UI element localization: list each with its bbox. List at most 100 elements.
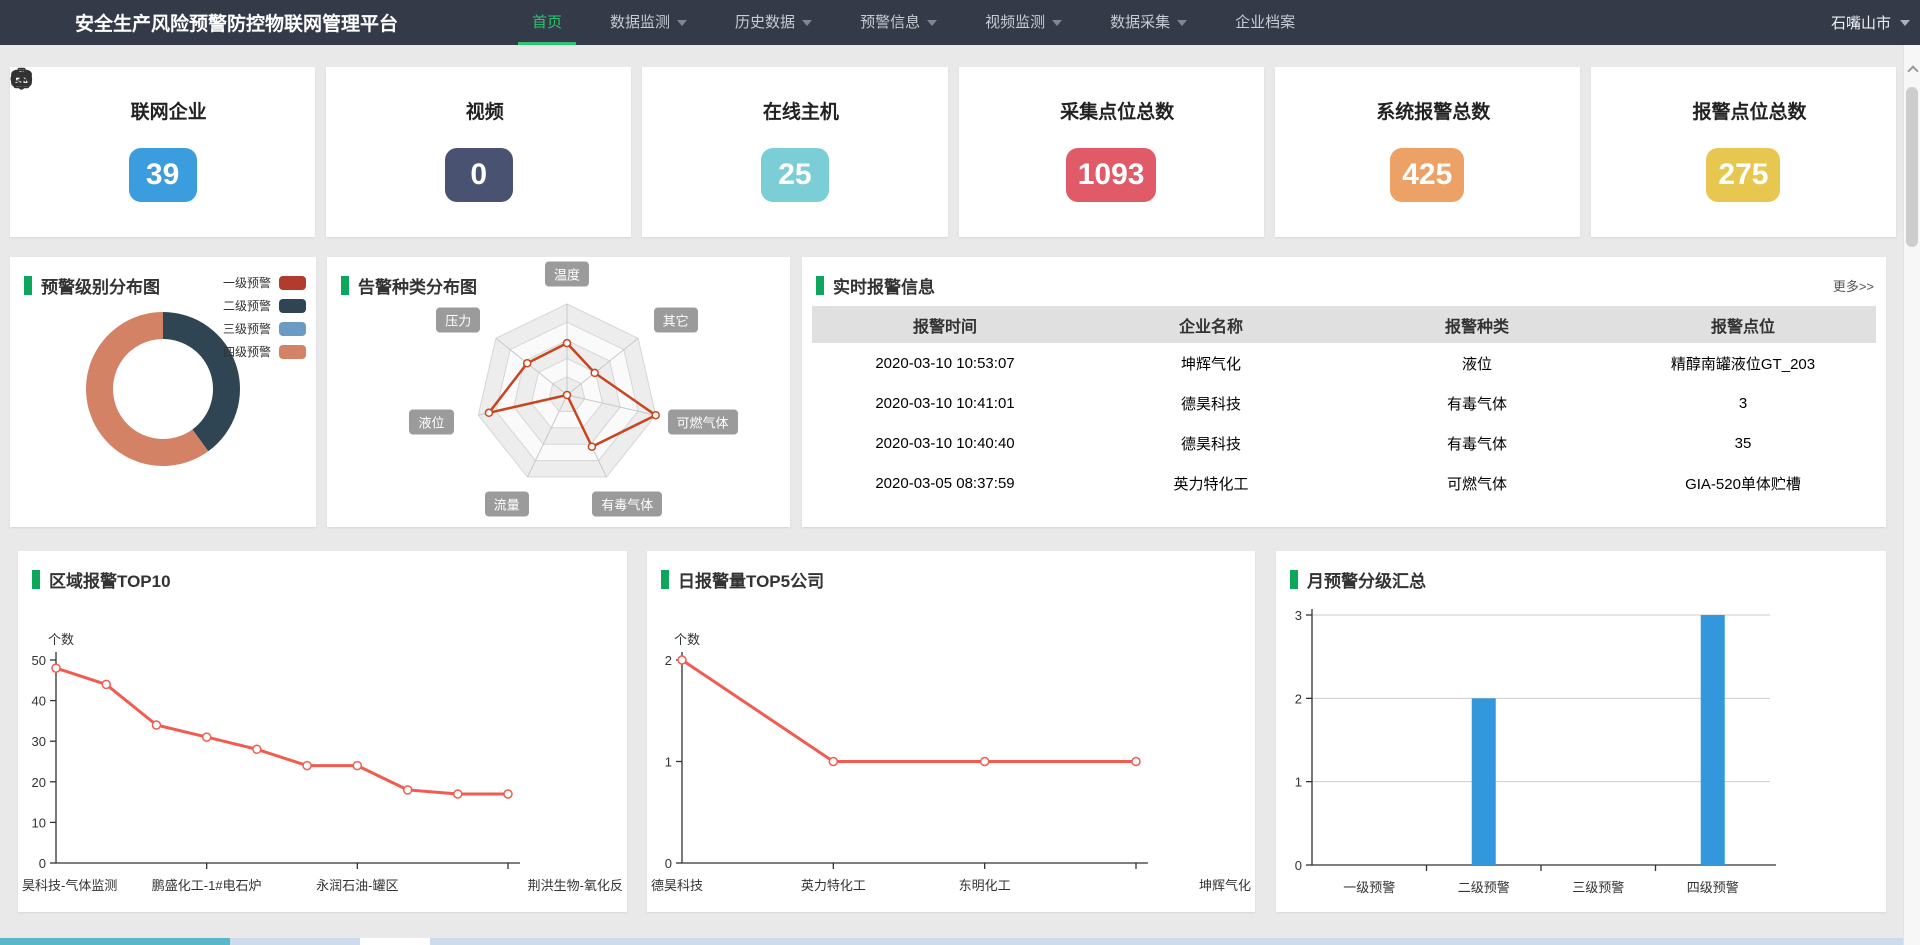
nav-item-label: 数据监测 — [610, 0, 670, 45]
stat-value-badge: 1093 — [1066, 148, 1157, 202]
table-cell: 液位 — [1344, 353, 1610, 374]
svg-text:3: 3 — [1295, 608, 1302, 623]
svg-text:德昊科技: 德昊科技 — [651, 878, 703, 893]
nav-item-7[interactable]: 企业档案 — [1211, 0, 1319, 45]
panel-title-text: 告警种类分布图 — [358, 273, 477, 298]
svg-text:1: 1 — [1295, 775, 1302, 790]
legend-label: 四级预警 — [223, 343, 271, 360]
nav-item-4[interactable]: 预警信息 — [836, 0, 961, 45]
panel-title-text: 月预警分级汇总 — [1307, 567, 1426, 592]
legend-label: 一级预警 — [223, 274, 271, 291]
panel-region-alarm-top10: 区域报警TOP10 个数01020304050昊科技-气体监测鹏盛化工-1#电石… — [18, 551, 627, 912]
svg-text:50: 50 — [32, 653, 46, 668]
bar-二级预警 — [1472, 698, 1496, 865]
svg-text:2: 2 — [1295, 691, 1302, 706]
stat-card-采集点位总数: 采集点位总数 1093 — [959, 67, 1264, 237]
alarm-table: 报警时间企业名称报警种类报警点位 2020-03-10 10:53:07坤辉气化… — [812, 306, 1876, 503]
nav-item-label: 首页 — [532, 0, 562, 45]
panel-warning-level-pie: 预警级别分布图 一级预警二级预警三级预警四级预警 — [10, 257, 316, 527]
svg-text:1: 1 — [665, 755, 672, 770]
svg-text:20: 20 — [32, 775, 46, 790]
table-cell: 2020-03-10 10:41:01 — [812, 395, 1078, 412]
stat-card-label: 系统报警总数 — [1376, 97, 1490, 124]
nav-item-label: 视频监测 — [985, 0, 1045, 45]
table-cell: 2020-03-10 10:53:07 — [812, 355, 1078, 372]
table-cell: 精醇南罐液位GT_203 — [1610, 353, 1876, 374]
table-cell: 德昊科技 — [1078, 433, 1344, 454]
title-accent-bar — [661, 570, 669, 589]
nav-item-3[interactable]: 历史数据 — [711, 0, 836, 45]
legend-item[interactable]: 三级预警 — [223, 317, 306, 340]
nav-item-5[interactable]: 视频监测 — [961, 0, 1086, 45]
stat-value-badge: 25 — [761, 148, 829, 202]
panel-title: 月预警分级汇总 — [1290, 567, 1426, 592]
column-header: 报警种类 — [1344, 313, 1610, 337]
legend-item[interactable]: 四级预警 — [223, 340, 306, 363]
stat-value-badge: 425 — [1390, 148, 1464, 202]
legend-label: 三级预警 — [223, 320, 271, 337]
stat-value-badge: 39 — [129, 148, 197, 202]
legend-item[interactable]: 一级预警 — [223, 271, 306, 294]
nav-item-6[interactable]: 数据采集 — [1086, 0, 1211, 45]
title-accent-bar — [341, 276, 349, 295]
nav-item-label: 历史数据 — [735, 0, 795, 45]
table-cell: 德昊科技 — [1078, 393, 1344, 414]
stat-value-badge: 275 — [1706, 148, 1780, 202]
svg-text:鹏盛化工-1#电石炉: 鹏盛化工-1#电石炉 — [152, 878, 262, 893]
more-link[interactable]: 更多>> — [1833, 276, 1874, 295]
nav-item-2[interactable]: 数据监测 — [586, 0, 711, 45]
table-cell: 2020-03-05 08:37:59 — [812, 475, 1078, 492]
table-cell: 英力特化工 — [1078, 473, 1344, 494]
table-row: 2020-03-05 08:37:59英力特化工可燃气体GIA-520单体贮槽 — [812, 463, 1876, 503]
stat-card-title: 报警点位总数 — [1680, 97, 1806, 124]
panel-alarm-type-radar: 告警种类分布图 温度其它可燃气体有毒气体流量液位压力 — [327, 257, 790, 527]
svg-text:30: 30 — [32, 734, 46, 749]
region-selector[interactable]: 石嘴山市 — [1831, 12, 1910, 33]
region-label: 石嘴山市 — [1831, 12, 1891, 33]
vertical-scrollbar[interactable] — [1903, 45, 1920, 945]
scrollbar-thumb[interactable] — [1906, 87, 1918, 247]
nav-item-label: 数据采集 — [1110, 0, 1170, 45]
title-accent-bar — [24, 276, 32, 295]
svg-text:四级预警: 四级预警 — [1687, 880, 1739, 895]
bottom-strip-gap — [360, 938, 430, 945]
svg-text:二级预警: 二级预警 — [1458, 880, 1510, 895]
nav-item-1[interactable]: 首页 — [508, 0, 586, 45]
svg-text:0: 0 — [665, 856, 672, 871]
top-navbar: 安全生产风险预警防控物联网管理平台 首页数据监测历史数据预警信息视频监测数据采集… — [0, 0, 1920, 45]
legend-label: 二级预警 — [223, 297, 271, 314]
bar-四级预警 — [1701, 615, 1725, 865]
stat-card-title: 视频 — [454, 97, 504, 124]
chevron-down-icon — [802, 20, 812, 26]
panel-title: 日报警量TOP5公司 — [661, 567, 824, 592]
stat-card-系统报警总数: 系统报警总数 425 — [1275, 67, 1580, 237]
legend-item[interactable]: 二级预警 — [223, 294, 306, 317]
column-header: 报警时间 — [812, 313, 1078, 337]
pie-legend: 一级预警二级预警三级预警四级预警 — [223, 271, 306, 363]
table-row: 2020-03-10 10:53:07坤辉气化液位精醇南罐液位GT_203 — [812, 343, 1876, 383]
panel-title-text: 区域报警TOP10 — [49, 567, 171, 592]
scroll-up-icon[interactable] — [1907, 65, 1918, 76]
svg-text:一级预警: 一级预警 — [1343, 880, 1395, 895]
stat-card-label: 采集点位总数 — [1060, 97, 1174, 124]
table-cell: 35 — [1610, 435, 1876, 452]
nav-menu: 首页 数据监测 历史数据预警信息视频监测 数据采集企业档案 — [508, 0, 1319, 45]
panel-title: 告警种类分布图 — [341, 273, 477, 298]
stat-cards-row: 联网企业39视频0在线主机25采集点位总数1093系统报警总数425报警点位总数… — [10, 67, 1896, 237]
bar-chart-monthly: 0123一级预警二级预警三级预警四级预警 — [1276, 551, 1886, 912]
svg-text:永润石油-罐区: 永润石油-罐区 — [316, 878, 398, 893]
legend-swatch — [279, 345, 306, 359]
legend-swatch — [279, 322, 306, 336]
table-header-row: 报警时间企业名称报警种类报警点位 — [812, 306, 1876, 343]
stat-card-label: 在线主机 — [763, 97, 839, 124]
table-cell: 可燃气体 — [1344, 473, 1610, 494]
svg-text:昊科技-气体监测: 昊科技-气体监测 — [22, 878, 117, 893]
stat-card-title: 采集点位总数 — [1048, 97, 1174, 124]
table-body: 2020-03-10 10:53:07坤辉气化液位精醇南罐液位GT_203202… — [812, 343, 1876, 503]
stat-card-视频: 视频0 — [326, 67, 631, 237]
svg-text:英力特化工: 英力特化工 — [801, 878, 866, 893]
radar-axis-label: 液位 — [409, 409, 453, 434]
chevron-down-icon — [1052, 20, 1062, 26]
stat-card-title: 在线主机 — [751, 97, 839, 124]
stat-card-报警点位总数: 报警点位总数 275 — [1591, 67, 1896, 237]
